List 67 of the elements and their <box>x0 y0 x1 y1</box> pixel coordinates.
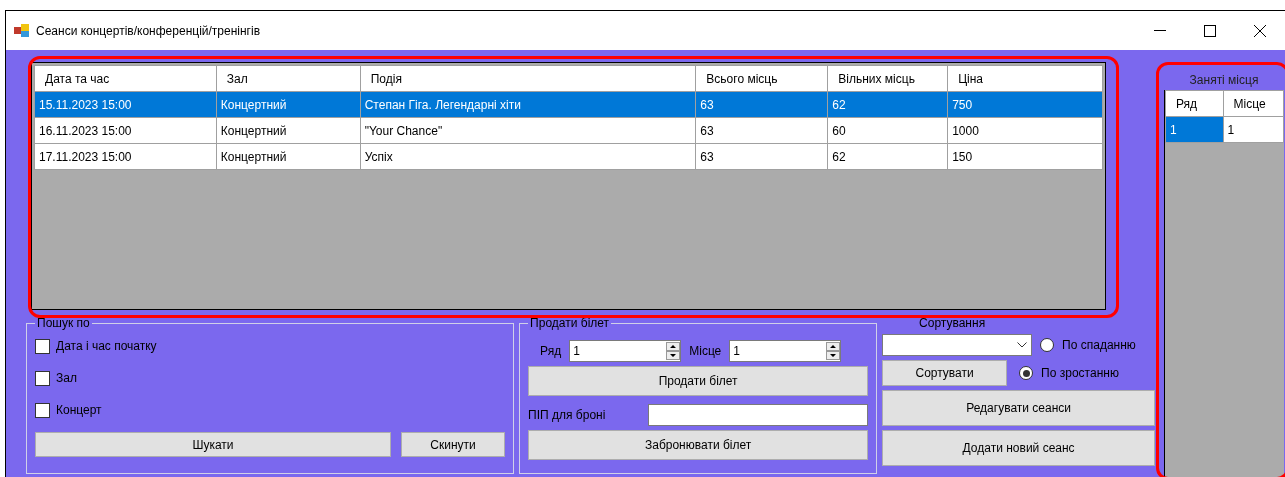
checkbox-label: Зал <box>56 371 77 385</box>
reset-button[interactable]: Скинути <box>401 432 505 457</box>
column-header[interactable]: Дата та час <box>34 65 217 92</box>
radio-label: По спаданню <box>1062 338 1136 352</box>
column-header[interactable]: Вільних місць <box>827 65 948 92</box>
column-header[interactable]: Подія <box>360 65 696 92</box>
table-cell: Концертний <box>216 91 361 118</box>
checkbox[interactable] <box>35 402 50 418</box>
table-cell: 17.11.2023 15:00 <box>34 143 217 170</box>
table-cell: 63 <box>695 117 828 144</box>
table-cell: Успіх <box>360 143 696 170</box>
spin-arrows-icon <box>826 342 841 360</box>
column-header[interactable]: Ціна <box>947 65 1103 92</box>
column-header[interactable]: Всього місць <box>695 65 828 92</box>
number-spinner[interactable]: 1 <box>729 340 842 362</box>
panel-title: Заняті місця <box>1188 72 1260 89</box>
chevron-down-icon <box>1017 342 1028 348</box>
field-label: Ряд <box>540 344 562 358</box>
table-cell: 15.11.2023 15:00 <box>34 91 217 118</box>
sort-title: Сортування <box>918 316 987 330</box>
table-row[interactable]: 17.11.2023 15:00 Концертний Успіх 63 62 150 <box>34 143 1103 170</box>
table-cell: 16.11.2023 15:00 <box>34 117 217 144</box>
spin-arrows-icon <box>666 342 681 360</box>
field-label: ПІП для броні <box>528 408 606 422</box>
search-button[interactable]: Шукати <box>35 432 391 457</box>
book-ticket-button[interactable]: Забронювати білет <box>528 430 869 460</box>
column-header[interactable]: Зал <box>216 65 361 92</box>
sort-button[interactable]: Сортувати <box>882 360 1008 386</box>
table-cell: 150 <box>947 143 1103 170</box>
action-button[interactable]: Редагувати сеанси <box>882 390 1156 426</box>
table-cell: 1 <box>1223 116 1284 143</box>
table-row[interactable]: 15.11.2023 15:00 Концертний Степан Гіга. Легендарні хіти 63 62 750 <box>34 91 1103 118</box>
table-cell: 750 <box>947 91 1103 118</box>
minimize-icon <box>1154 29 1166 32</box>
checkbox[interactable] <box>35 370 50 386</box>
radio-label: По зростанню <box>1041 366 1119 380</box>
group-title: Пошук по <box>36 316 91 330</box>
radio-button[interactable] <box>1040 338 1055 352</box>
table-cell: 62 <box>827 91 948 118</box>
table-cell: "Your Chance" <box>360 117 696 144</box>
column-header[interactable]: Ряд <box>1165 90 1224 117</box>
checkbox-label: Дата і час початку <box>56 339 157 353</box>
group-title: Продати білет <box>529 316 611 330</box>
table-cell: 1 <box>1165 116 1224 143</box>
maximize-icon <box>1204 24 1216 37</box>
table-cell: 60 <box>827 117 948 144</box>
window-title: Сеанси концертів/конференцій/тренінгів <box>36 23 261 38</box>
table-cell: 1000 <box>947 117 1103 144</box>
table-cell: 62 <box>827 143 948 170</box>
table-cell: Концертний <box>216 117 361 144</box>
table-cell: Концертний <box>216 143 361 170</box>
column-header[interactable]: Місце <box>1223 90 1284 117</box>
close-icon <box>1254 24 1266 37</box>
checkbox-label: Концерт <box>56 403 102 417</box>
app-icon <box>14 23 30 38</box>
table-cell: 63 <box>695 91 828 118</box>
name-field[interactable] <box>648 404 869 426</box>
table-row[interactable]: 16.11.2023 15:00 Концертний "Your Chance" 63 60 1000 <box>34 117 1103 144</box>
table-cell: Степан Гіга. Легендарні хіти <box>360 91 696 118</box>
sell-ticket-button[interactable]: Продати білет <box>528 366 869 396</box>
sort-dropdown[interactable] <box>882 334 1033 356</box>
number-spinner[interactable]: 1 <box>569 340 682 362</box>
checkbox[interactable] <box>35 338 50 354</box>
action-button[interactable]: Додати новий сеанс <box>882 430 1156 466</box>
field-label: Місце <box>689 344 722 358</box>
table-cell: 63 <box>695 143 828 170</box>
radio-button[interactable] <box>1019 366 1034 380</box>
